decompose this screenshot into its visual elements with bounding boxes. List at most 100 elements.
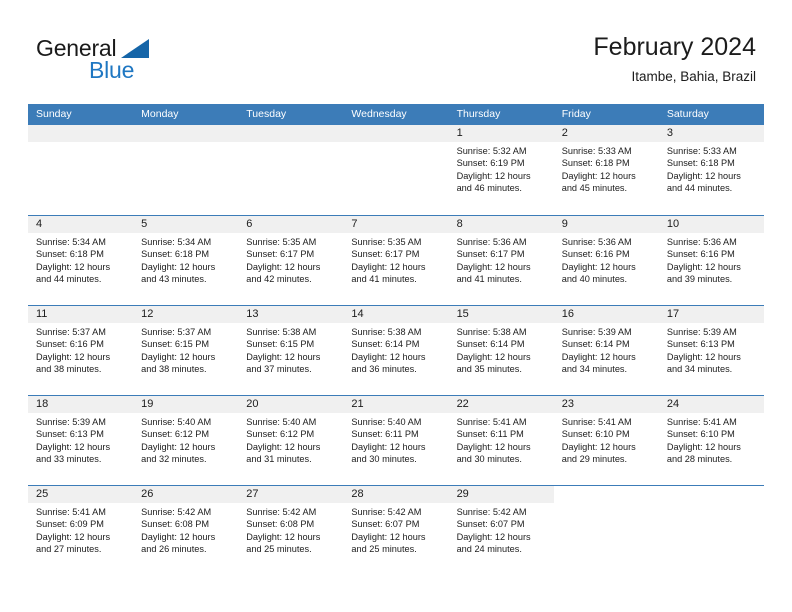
calendar-day-cell[interactable]: 25 Sunrise: 5:41 AM Sunset: 6:09 PM Dayligh…: [28, 486, 134, 575]
calendar-day-cell[interactable]: 16 Sunrise: 5:39 AM Sunset: 6:14 PM Dayligh…: [553, 306, 659, 395]
calendar-day-cell[interactable]: 5 Sunrise: 5:34 AM Sunset: 6:18 PM Daylight…: [133, 216, 239, 305]
sunrise-time: Sunrise: 5:33 AM: [666, 146, 737, 156]
day-number: 24: [666, 398, 680, 410]
daylight-duration-line1: Daylight: 12 hours: [36, 261, 111, 272]
daylight-duration-line2: and 29 minutes.: [561, 454, 628, 465]
day-sun-info: Sunrise: 5:36 AM Sunset: 6:16 PM Daylight:…: [554, 233, 659, 286]
calendar-day-cell[interactable]: 10 Sunrise: 5:36 AM Sunset: 6:16 PM Dayligh…: [658, 216, 764, 305]
day-number: 29: [456, 488, 469, 500]
day-number-band: [553, 486, 659, 503]
calendar-day-cell[interactable]: 6 Sunrise: 5:35 AM Sunset: 6:17 PM Daylight…: [238, 216, 344, 305]
calendar-day-cell-empty: [238, 125, 344, 215]
weekday-header-wednesday: Wednesday: [351, 108, 407, 120]
weekday-header-thursday: Thursday: [456, 108, 501, 120]
day-number: 8: [456, 218, 463, 230]
day-number: 16: [561, 308, 574, 320]
calendar-day-cell[interactable]: 13 Sunrise: 5:38 AM Sunset: 6:15 PM Dayligh…: [238, 306, 344, 395]
sunset-time: Sunset: 6:10 PM: [561, 429, 630, 440]
day-number: 19: [141, 398, 154, 410]
calendar-day-cell[interactable]: 22 Sunrise: 5:41 AM Sunset: 6:11 PM Dayligh…: [448, 396, 554, 485]
sunset-time: Sunset: 6:12 PM: [246, 429, 315, 440]
day-number: 12: [141, 308, 154, 320]
calendar-day-cell[interactable]: 21 Sunrise: 5:40 AM Sunset: 6:11 PM Dayligh…: [343, 396, 449, 485]
calendar-day-cell[interactable]: 2 Sunrise: 5:33 AM Sunset: 6:18 PM Daylight…: [553, 125, 659, 215]
weekday-header-sunday: Sunday: [36, 108, 72, 120]
calendar-day-cell[interactable]: 7 Sunrise: 5:35 AM Sunset: 6:17 PM Daylight…: [343, 216, 449, 305]
calendar-day-cell[interactable]: 27 Sunrise: 5:42 AM Sunset: 6:08 PM Dayligh…: [238, 486, 344, 575]
weekday-header-saturday: Saturday: [666, 108, 709, 120]
day-sun-info: Sunrise: 5:38 AM Sunset: 6:14 PM Daylight:…: [343, 323, 448, 376]
daylight-duration-line1: Daylight: 12 hours: [561, 261, 636, 272]
calendar-day-cell[interactable]: 19 Sunrise: 5:40 AM Sunset: 6:12 PM Dayligh…: [133, 396, 239, 485]
sunset-time: Sunset: 6:14 PM: [561, 339, 630, 350]
calendar-day-cell[interactable]: 8 Sunrise: 5:36 AM Sunset: 6:17 PM Daylight…: [448, 216, 554, 305]
calendar-day-cell[interactable]: 11 Sunrise: 5:37 AM Sunset: 6:16 PM Dayligh…: [28, 306, 134, 395]
daylight-duration-line1: Daylight: 12 hours: [456, 170, 531, 181]
daylight-duration-line1: Daylight: 12 hours: [456, 531, 531, 542]
sunrise-time: Sunrise: 5:35 AM: [351, 237, 422, 247]
sunset-time: Sunset: 6:07 PM: [351, 519, 420, 530]
day-sun-info: Sunrise: 5:34 AM Sunset: 6:18 PM Daylight:…: [133, 233, 238, 286]
sunrise-time: Sunrise: 5:39 AM: [666, 327, 737, 337]
day-sun-info: Sunrise: 5:36 AM Sunset: 6:16 PM Daylight:…: [659, 233, 764, 286]
calendar-day-cell[interactable]: 26 Sunrise: 5:42 AM Sunset: 6:08 PM Dayligh…: [133, 486, 239, 575]
calendar-day-cell[interactable]: 4 Sunrise: 5:34 AM Sunset: 6:18 PM Daylight…: [28, 216, 134, 305]
day-number: 26: [141, 488, 154, 500]
daylight-duration-line1: Daylight: 12 hours: [141, 261, 216, 272]
page-subtitle-location: Itambe, Bahia, Brazil: [631, 69, 756, 84]
day-number: 4: [36, 218, 43, 230]
sunrise-time: Sunrise: 5:39 AM: [36, 417, 106, 427]
calendar-day-cell[interactable]: 3 Sunrise: 5:33 AM Sunset: 6:18 PM Daylight…: [658, 125, 764, 215]
sunset-time: Sunset: 6:16 PM: [36, 339, 104, 350]
sunset-time: Sunset: 6:17 PM: [246, 249, 315, 260]
day-sun-info: Sunrise: 5:41 AM Sunset: 6:11 PM Daylight:…: [449, 413, 554, 466]
sunset-time: Sunset: 6:16 PM: [666, 249, 735, 260]
calendar-day-cell-empty: [553, 486, 659, 575]
brand-name-blue: Blue: [89, 57, 135, 83]
calendar-day-cell[interactable]: 20 Sunrise: 5:40 AM Sunset: 6:12 PM Dayligh…: [238, 396, 344, 485]
daylight-duration-line1: Daylight: 12 hours: [456, 351, 531, 362]
day-number-band: 7: [343, 216, 449, 233]
calendar-day-cell[interactable]: 24 Sunrise: 5:41 AM Sunset: 6:10 PM Dayligh…: [658, 396, 764, 485]
daylight-duration-line2: and 30 minutes.: [456, 454, 522, 465]
weekday-header-tuesday: Tuesday: [246, 108, 287, 120]
sunrise-time: Sunrise: 5:41 AM: [666, 417, 737, 427]
day-number-band: 11: [28, 306, 134, 323]
day-number-band: 4: [28, 216, 134, 233]
calendar-day-cell[interactable]: 15 Sunrise: 5:38 AM Sunset: 6:14 PM Dayligh…: [448, 306, 554, 395]
day-sun-info: Sunrise: 5:37 AM Sunset: 6:15 PM Daylight:…: [133, 323, 238, 376]
calendar-day-cell[interactable]: 18 Sunrise: 5:39 AM Sunset: 6:13 PM Dayligh…: [28, 396, 134, 485]
sunrise-time: Sunrise: 5:42 AM: [456, 507, 527, 517]
daylight-duration-line1: Daylight: 12 hours: [36, 531, 111, 542]
daylight-duration-line1: Daylight: 12 hours: [141, 441, 216, 452]
weekday-header-friday: Friday: [561, 108, 591, 120]
day-number: 1: [456, 127, 463, 139]
sunrise-time: Sunrise: 5:34 AM: [36, 237, 106, 247]
daylight-duration-line2: and 25 minutes.: [351, 544, 417, 555]
calendar-day-cell[interactable]: 29 Sunrise: 5:42 AM Sunset: 6:07 PM Dayligh…: [448, 486, 554, 575]
day-number-band: 29: [448, 486, 554, 503]
calendar-day-cell[interactable]: 28 Sunrise: 5:42 AM Sunset: 6:07 PM Dayligh…: [343, 486, 449, 575]
sunset-time: Sunset: 6:09 PM: [36, 519, 104, 530]
sunset-time: Sunset: 6:18 PM: [141, 249, 210, 260]
calendar-day-cell[interactable]: 1 Sunrise: 5:32 AM Sunset: 6:19 PM Daylight…: [448, 125, 554, 215]
day-number: 11: [36, 308, 48, 320]
calendar-day-cell[interactable]: 23 Sunrise: 5:41 AM Sunset: 6:10 PM Dayligh…: [553, 396, 659, 485]
calendar-day-cell[interactable]: 12 Sunrise: 5:37 AM Sunset: 6:15 PM Dayligh…: [133, 306, 239, 395]
daylight-duration-line2: and 26 minutes.: [141, 544, 207, 555]
day-number-band: [658, 486, 764, 503]
daylight-duration-line2: and 24 minutes.: [456, 544, 522, 555]
daylight-duration-line1: Daylight: 12 hours: [141, 531, 216, 542]
daylight-duration-line2: and 44 minutes.: [666, 183, 733, 194]
sunset-time: Sunset: 6:13 PM: [666, 339, 735, 350]
daylight-duration-line1: Daylight: 12 hours: [666, 170, 741, 181]
calendar-day-cell[interactable]: 14 Sunrise: 5:38 AM Sunset: 6:14 PM Dayligh…: [343, 306, 449, 395]
day-number: 23: [561, 398, 574, 410]
day-number-band: 9: [553, 216, 659, 233]
calendar-day-cell[interactable]: 9 Sunrise: 5:36 AM Sunset: 6:16 PM Daylight…: [553, 216, 659, 305]
sunset-time: Sunset: 6:19 PM: [456, 158, 525, 169]
calendar-day-cell[interactable]: 17 Sunrise: 5:39 AM Sunset: 6:13 PM Dayligh…: [658, 306, 764, 395]
daylight-duration-line1: Daylight: 12 hours: [246, 351, 321, 362]
day-number: 27: [246, 488, 259, 500]
daylight-duration-line2: and 46 minutes.: [456, 183, 522, 194]
